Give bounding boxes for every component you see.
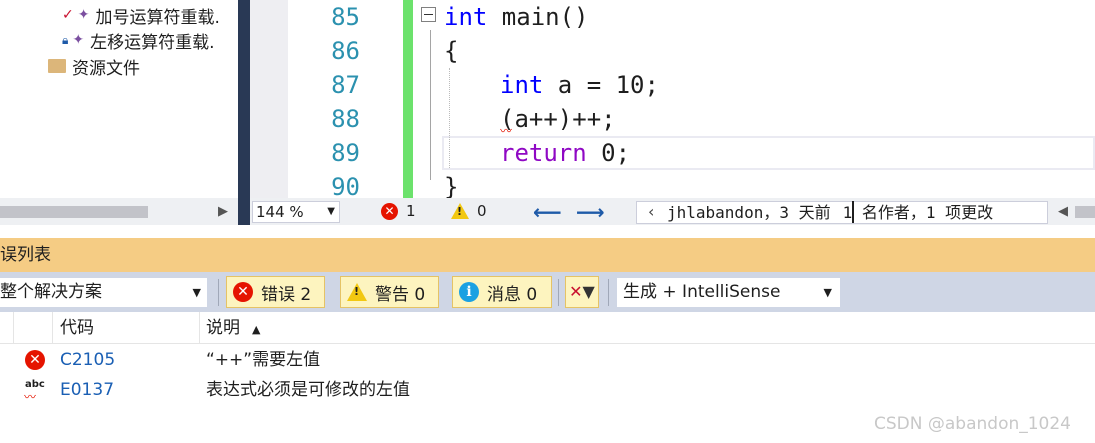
tree-item-label: 资源文件: [72, 58, 140, 79]
pane-splitter[interactable]: [238, 0, 250, 225]
folder-icon: [48, 59, 66, 73]
column-header-code[interactable]: 代码: [60, 312, 94, 344]
warning-icon: !: [347, 283, 367, 301]
error-squiggle: 〰: [500, 124, 513, 138]
divider: [52, 312, 53, 344]
error-icon: ✕: [381, 202, 398, 220]
editor-hscrollbar-thumb[interactable]: [1075, 206, 1095, 218]
watermark: CSDN @abandon_1024: [874, 414, 1072, 434]
lock-icon: 🔒︎: [62, 32, 69, 47]
error-icon: ✕: [25, 350, 45, 370]
indent-guide: [449, 68, 450, 168]
tree-item-shift-overload[interactable]: 🔒︎ ✦ 左移运算符重载.: [62, 28, 215, 53]
code-line-87[interactable]: int a = 10;: [500, 68, 659, 102]
divider: [199, 312, 200, 344]
zoom-dropdown[interactable]: 144 % ▼: [252, 201, 340, 223]
check-icon: ✓: [62, 7, 74, 23]
error-code-link[interactable]: E0137: [60, 375, 114, 405]
table-row[interactable]: ✕ C2105 “++”需要左值: [0, 345, 1095, 375]
warning-count-indicator[interactable]: ! 0: [451, 202, 487, 220]
tree-item-label: 加号运算符重载.: [95, 7, 220, 28]
line-number: 88: [331, 105, 360, 133]
chevron-down-icon: ▼: [327, 206, 335, 217]
error-list-title-bar[interactable]: 误列表: [0, 238, 1095, 272]
warning-icon: !: [451, 203, 469, 219]
divider: [852, 201, 854, 223]
divider: [13, 312, 14, 344]
code-line-86[interactable]: {: [444, 34, 458, 68]
outline-guide: [430, 30, 431, 180]
solution-explorer: ✓ ✦ 加号运算符重载. 🔒︎ ✦ 左移运算符重载. 资源文件: [0, 0, 238, 198]
error-description: “++”需要左值: [206, 350, 321, 370]
filter-clear-icon: ✕▼: [569, 282, 595, 301]
error-description: 表达式必须是可修改的左值: [206, 380, 410, 400]
collapse-icon[interactable]: [421, 7, 436, 22]
table-row[interactable]: abc 〰 E0137 表达式必须是可修改的左值: [0, 375, 1095, 405]
navigate-back-icon[interactable]: ⟵: [533, 200, 562, 224]
error-count-indicator[interactable]: ✕ 1: [381, 202, 416, 220]
column-header-description[interactable]: 说明 ▲: [206, 312, 260, 344]
tree-item-label: 左移运算符重载.: [90, 32, 215, 53]
scroll-left-icon[interactable]: ◀: [1058, 204, 1068, 219]
scope-dropdown[interactable]: 整个解决方案 ▼: [0, 278, 207, 307]
member-icon: ✦: [77, 7, 90, 23]
member-icon: ✦: [72, 32, 85, 48]
line-number: 86: [331, 37, 360, 65]
error-list-header: [0, 312, 1095, 344]
build-source-dropdown[interactable]: 生成 + IntelliSense ▼: [617, 278, 840, 307]
indicator-margin: [250, 0, 288, 198]
code-line-85[interactable]: int main(): [444, 0, 589, 34]
errors-filter-button[interactable]: ✕ 错误 2: [226, 276, 325, 308]
divider: [558, 279, 559, 306]
sort-ascending-icon: ▲: [252, 323, 261, 336]
panel-title: 误列表: [0, 245, 51, 265]
scroll-right-icon[interactable]: ▶: [218, 204, 228, 219]
line-number: 89: [331, 139, 360, 167]
error-code-link[interactable]: C2105: [60, 345, 115, 375]
code-line-88[interactable]: (a++)++;: [500, 102, 616, 136]
tree-item-plus-overload[interactable]: ✓ ✦ 加号运算符重载.: [62, 3, 220, 28]
divider: [608, 279, 609, 306]
line-number: 85: [331, 3, 360, 31]
messages-filter-button[interactable]: i 消息 0: [452, 276, 552, 308]
warnings-filter-button[interactable]: ! 警告 0: [340, 276, 439, 308]
tree-item-resource-files[interactable]: 资源文件: [48, 54, 140, 79]
navigate-forward-icon[interactable]: ⟶: [576, 200, 605, 224]
chevron-down-icon: ▼: [192, 286, 201, 299]
error-icon: ✕: [233, 282, 253, 302]
code-line-89[interactable]: return 0;: [500, 136, 630, 170]
scrollbar-thumb[interactable]: [0, 206, 148, 218]
line-number: 87: [331, 71, 360, 99]
change-tracking-bar: [403, 0, 413, 198]
clear-filter-button[interactable]: ✕▼: [565, 276, 599, 308]
chevron-left-icon: ‹: [648, 202, 655, 221]
info-icon: i: [459, 282, 479, 302]
git-blame-lens[interactable]: jhlabandon，3 天前 1 名作者，1 项更改: [636, 201, 1048, 224]
chevron-down-icon: ▼: [823, 286, 832, 299]
divider: [218, 279, 219, 306]
